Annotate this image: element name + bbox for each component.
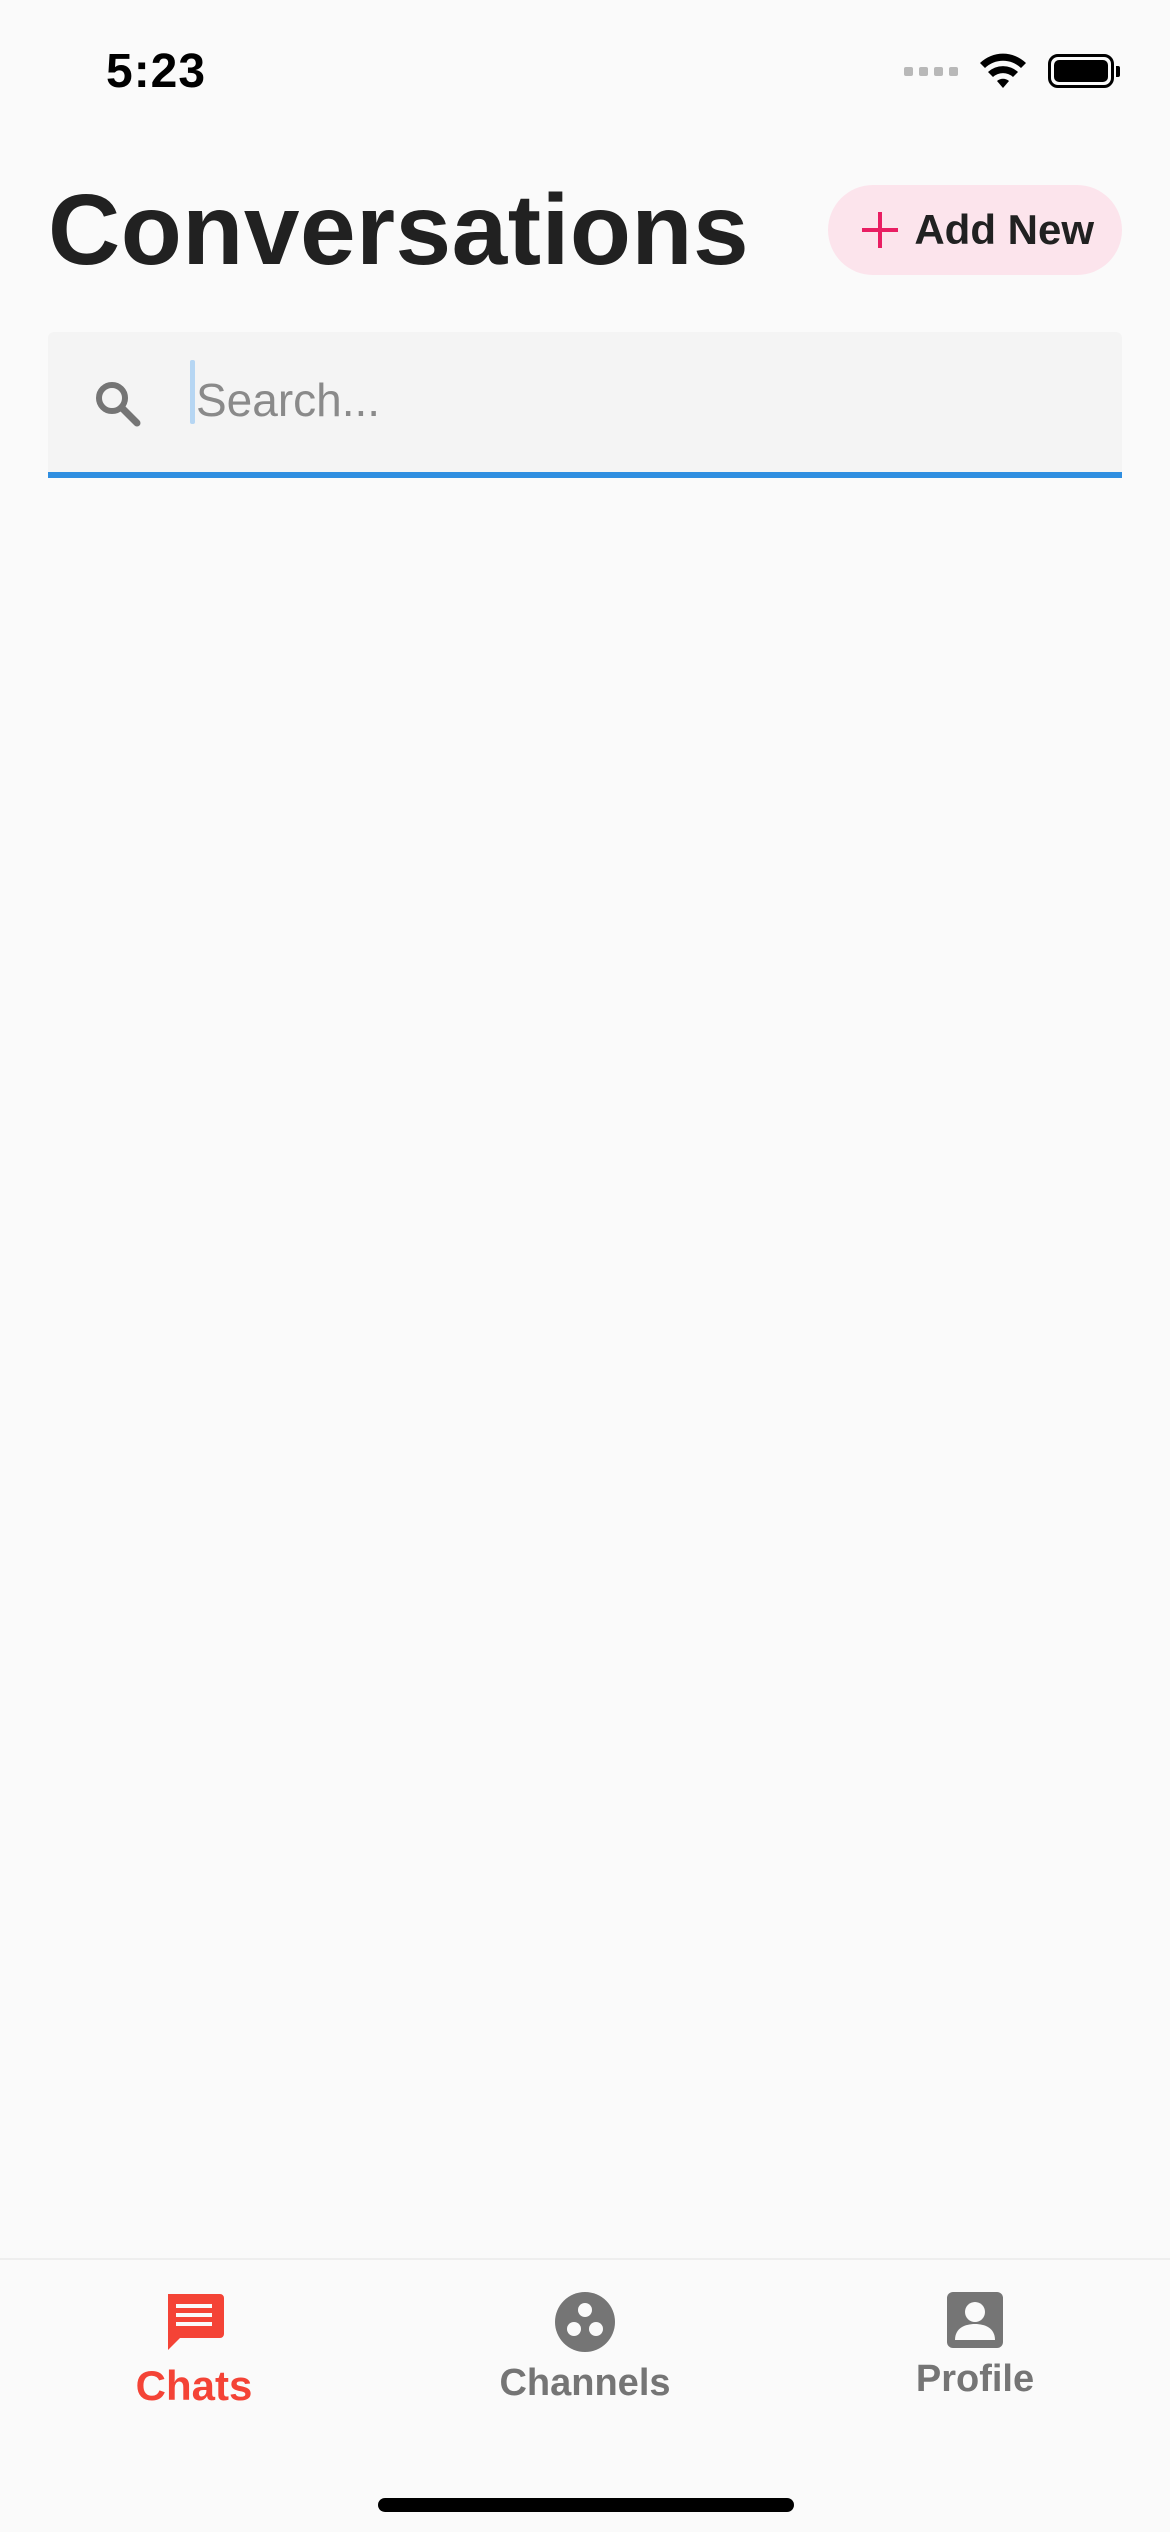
home-indicator — [378, 2498, 794, 2512]
nav-label-chats: Chats — [135, 2362, 253, 2409]
profile-icon — [947, 2292, 1003, 2348]
nav-label-profile: Profile — [915, 2358, 1035, 2400]
signal-icon — [904, 66, 958, 76]
header: Conversations Add New — [48, 170, 1122, 290]
nav-item-chats[interactable]: Chats — [44, 2290, 344, 2410]
bottom-nav: Chats Channels Profile — [0, 2258, 1170, 2532]
page-title: Conversations — [48, 174, 750, 286]
plus-icon — [862, 212, 899, 248]
search-icon — [96, 382, 141, 427]
nav-label-channels: Channels — [499, 2362, 671, 2404]
channels-icon — [555, 2292, 615, 2352]
conversation-list — [0, 478, 1170, 2258]
status-time: 5:23 — [106, 45, 207, 98]
status-icons — [904, 52, 1120, 90]
battery-icon — [1048, 54, 1120, 88]
nav-item-channels[interactable]: Channels — [435, 2290, 735, 2405]
wifi-icon — [980, 53, 1026, 88]
nav-item-profile[interactable]: Profile — [825, 2290, 1125, 2401]
status-bar: 5:23 — [0, 0, 1170, 140]
chat-icon — [168, 2294, 224, 2350]
search-input[interactable] — [190, 360, 1076, 440]
search-box[interactable] — [48, 332, 1122, 478]
add-new-button[interactable]: Add New — [828, 185, 1122, 275]
add-new-label: Add New — [914, 206, 1094, 253]
